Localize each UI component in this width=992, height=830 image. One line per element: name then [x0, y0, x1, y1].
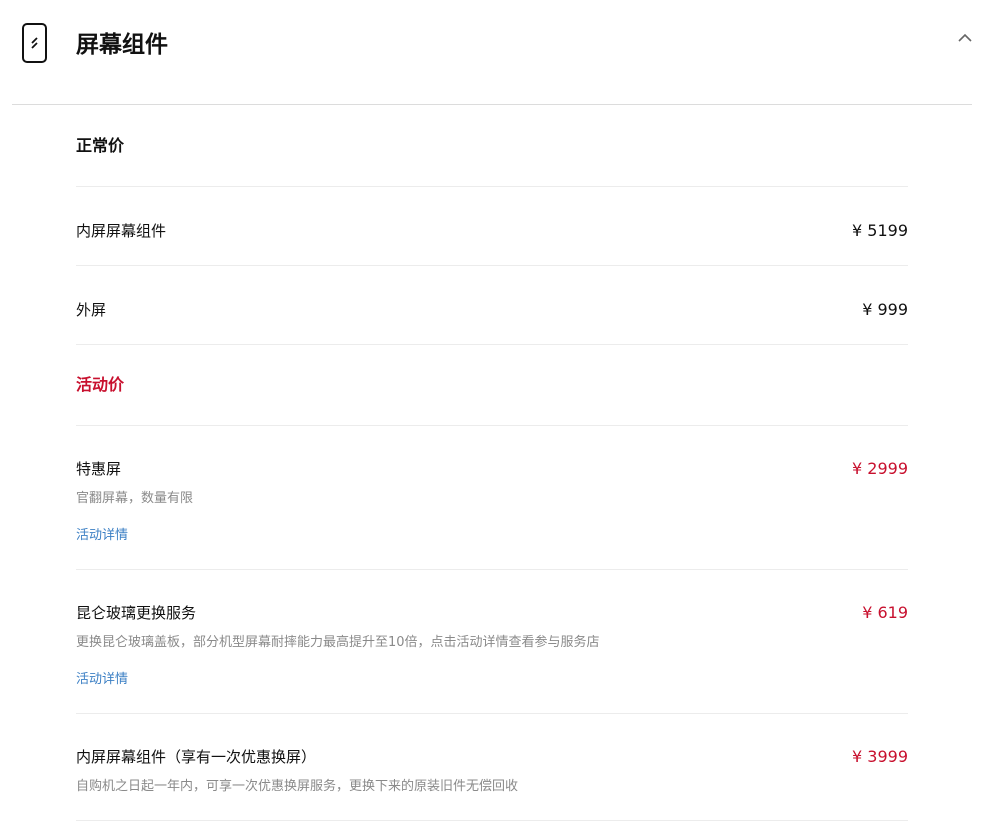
promo-item-price: ¥ 2999: [852, 459, 908, 478]
activity-details-link[interactable]: 活动详情: [76, 670, 128, 690]
divider: [76, 186, 908, 187]
price-item-name: 内屏屏幕组件: [76, 222, 167, 240]
promo-item-name: 内屏屏幕组件（享有一次优惠换屏）: [76, 748, 317, 766]
divider: [76, 713, 908, 714]
phone-screen-icon: [22, 23, 47, 63]
divider: [76, 344, 908, 345]
section-title: 屏幕组件: [76, 32, 168, 58]
promo-item-name: 昆仑玻璃更换服务: [76, 604, 197, 622]
price-item-value: ¥ 5199: [852, 221, 908, 240]
promo-item-name: 特惠屏: [76, 460, 122, 478]
activity-details-link[interactable]: 活动详情: [76, 526, 128, 546]
promo-price-heading: 活动价: [76, 375, 125, 394]
price-item-value: ¥ 999: [862, 300, 908, 319]
promo-item-desc: 官翻屏幕，数量有限: [76, 491, 194, 506]
promo-item-price: ¥ 619: [862, 603, 908, 622]
price-item-name: 外屏: [76, 301, 107, 319]
divider: [76, 820, 908, 821]
promo-item-price: ¥ 3999: [852, 747, 908, 766]
divider: [76, 265, 908, 266]
promo-item-desc: 更换昆仑玻璃盖板，部分机型屏幕耐摔能力最高提升至10倍，点击活动详情查看参与服务…: [76, 635, 600, 650]
divider: [76, 425, 908, 426]
normal-price-heading: 正常价: [76, 136, 125, 155]
divider: [76, 569, 908, 570]
header-divider: [12, 104, 972, 105]
chevron-up-icon[interactable]: [958, 30, 972, 44]
promo-item-desc: 自购机之日起一年内，可享一次优惠换屏服务，更换下来的原装旧件无偿回收: [76, 779, 519, 794]
